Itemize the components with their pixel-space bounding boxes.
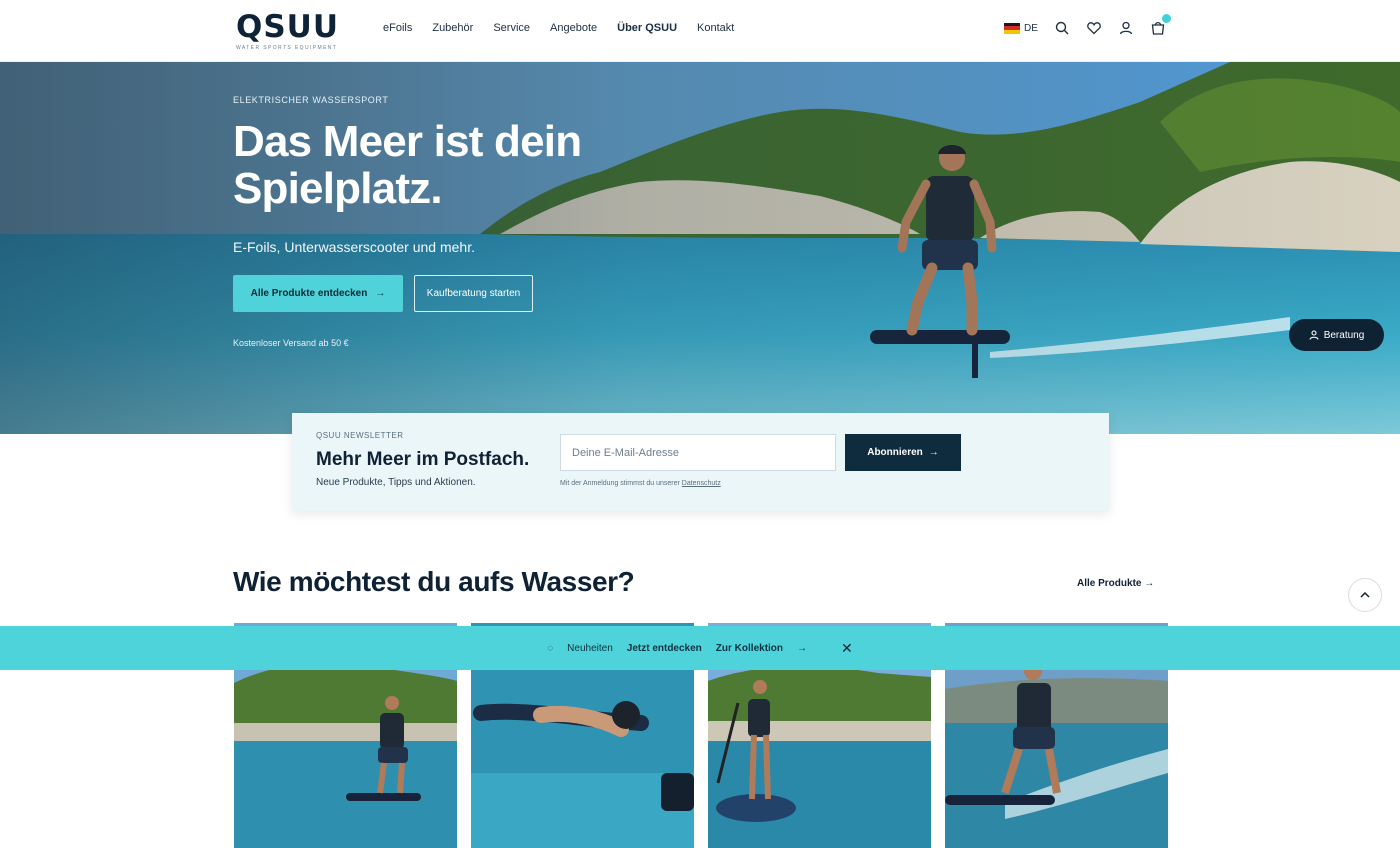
promo-banner-content: ◌ Neuheiten Jetzt entdecken Zur Kollekti…: [547, 640, 853, 657]
cart-badge: [1161, 14, 1171, 23]
promo-text: Neuheiten: [567, 642, 613, 654]
privacy-link[interactable]: Datenschutz: [682, 480, 721, 487]
all-products-link[interactable]: Alle Produkte →: [1077, 578, 1154, 589]
newsletter-box: QSUU NEWSLETTER Mehr Meer im Postfach. N…: [292, 413, 1109, 511]
newsletter-legal: Mit der Anmeldung stimmst du unserer Dat…: [560, 480, 721, 487]
german-flag-icon: [1004, 22, 1020, 34]
nav-item-zubehoer[interactable]: Zubehör: [432, 22, 473, 34]
subscribe-label: Abonnieren: [867, 447, 923, 458]
promo-link-secondary[interactable]: Zur Kollektion: [716, 643, 783, 654]
all-products-label: Alle Produkte: [1077, 578, 1142, 589]
scroll-to-top-button[interactable]: [1348, 578, 1382, 612]
arrow-right-icon: →: [375, 288, 386, 299]
arrow-right-icon: →: [1144, 578, 1155, 589]
newsletter-title: Mehr Meer im Postfach.: [316, 449, 530, 470]
consultation-label: Beratung: [1323, 329, 1365, 341]
brand-tagline: WATER SPORTS EQUIPMENT: [236, 45, 338, 51]
arrow-right-icon: →: [797, 642, 808, 654]
newsletter-subscribe-button[interactable]: Abonnieren →: [845, 434, 961, 471]
hero-title: Das Meer ist dein Spielplatz.: [233, 117, 582, 213]
legal-text: Mit der Anmeldung stimmst du unserer: [560, 480, 680, 487]
hero-note: Kostenloser Versand ab 50 €: [233, 338, 349, 348]
hero-secondary-button[interactable]: Kaufberatung starten: [414, 275, 533, 312]
language-selector[interactable]: DE: [1004, 22, 1038, 34]
language-label: DE: [1024, 22, 1038, 34]
section-title: Wie möchtest du aufs Wasser?: [233, 566, 635, 597]
hero-image: [0, 62, 1400, 434]
site-header: QSUU WATER SPORTS EQUIPMENT eFoils Zubeh…: [0, 0, 1400, 62]
nav-item-ueber[interactable]: Über QSUU: [617, 22, 677, 34]
hero-subtitle: E-Foils, Unterwasserscooter und mehr.: [233, 239, 475, 255]
newsletter-email-input[interactable]: Deine E-Mail-Adresse: [560, 434, 836, 471]
user-icon: [1309, 330, 1319, 340]
hero-primary-button[interactable]: Alle Produkte entdecken →: [233, 275, 403, 312]
promo-banner: ◌ Neuheiten Jetzt entdecken Zur Kollekti…: [0, 626, 1400, 670]
user-icon[interactable]: [1118, 20, 1134, 36]
chevron-up-icon: [1360, 591, 1370, 598]
cart-button[interactable]: [1150, 14, 1171, 36]
newsletter-subtitle: Neue Produkte, Tipps und Aktionen.: [316, 477, 476, 488]
main-nav: eFoils Zubehör Service Angebote Über QSU…: [383, 22, 734, 34]
nav-item-service[interactable]: Service: [493, 22, 530, 34]
hero-eyebrow: ELEKTRISCHER WASSERSPORT: [233, 95, 389, 105]
close-icon[interactable]: ✕: [841, 640, 853, 657]
nav-item-angebote[interactable]: Angebote: [550, 22, 597, 34]
search-icon[interactable]: [1054, 20, 1070, 36]
promo-link[interactable]: Jetzt entdecken: [627, 643, 702, 654]
heart-icon[interactable]: [1086, 20, 1102, 36]
arrow-right-icon: →: [928, 447, 939, 458]
header-actions: DE: [1004, 14, 1171, 36]
consultation-button[interactable]: Beratung: [1289, 319, 1384, 351]
hero-section: ELEKTRISCHER WASSERSPORT Das Meer ist de…: [0, 62, 1400, 434]
info-icon: ◌: [547, 642, 554, 654]
nav-item-kontakt[interactable]: Kontakt: [697, 22, 734, 34]
hero-primary-label: Alle Produkte entdecken: [250, 288, 368, 299]
nav-item-efoils[interactable]: eFoils: [383, 22, 412, 34]
brand-logo[interactable]: QSUU WATER SPORTS EQUIPMENT: [236, 9, 354, 51]
newsletter-eyebrow: QSUU NEWSLETTER: [316, 431, 404, 440]
brand-name: QSUU: [236, 9, 340, 45]
